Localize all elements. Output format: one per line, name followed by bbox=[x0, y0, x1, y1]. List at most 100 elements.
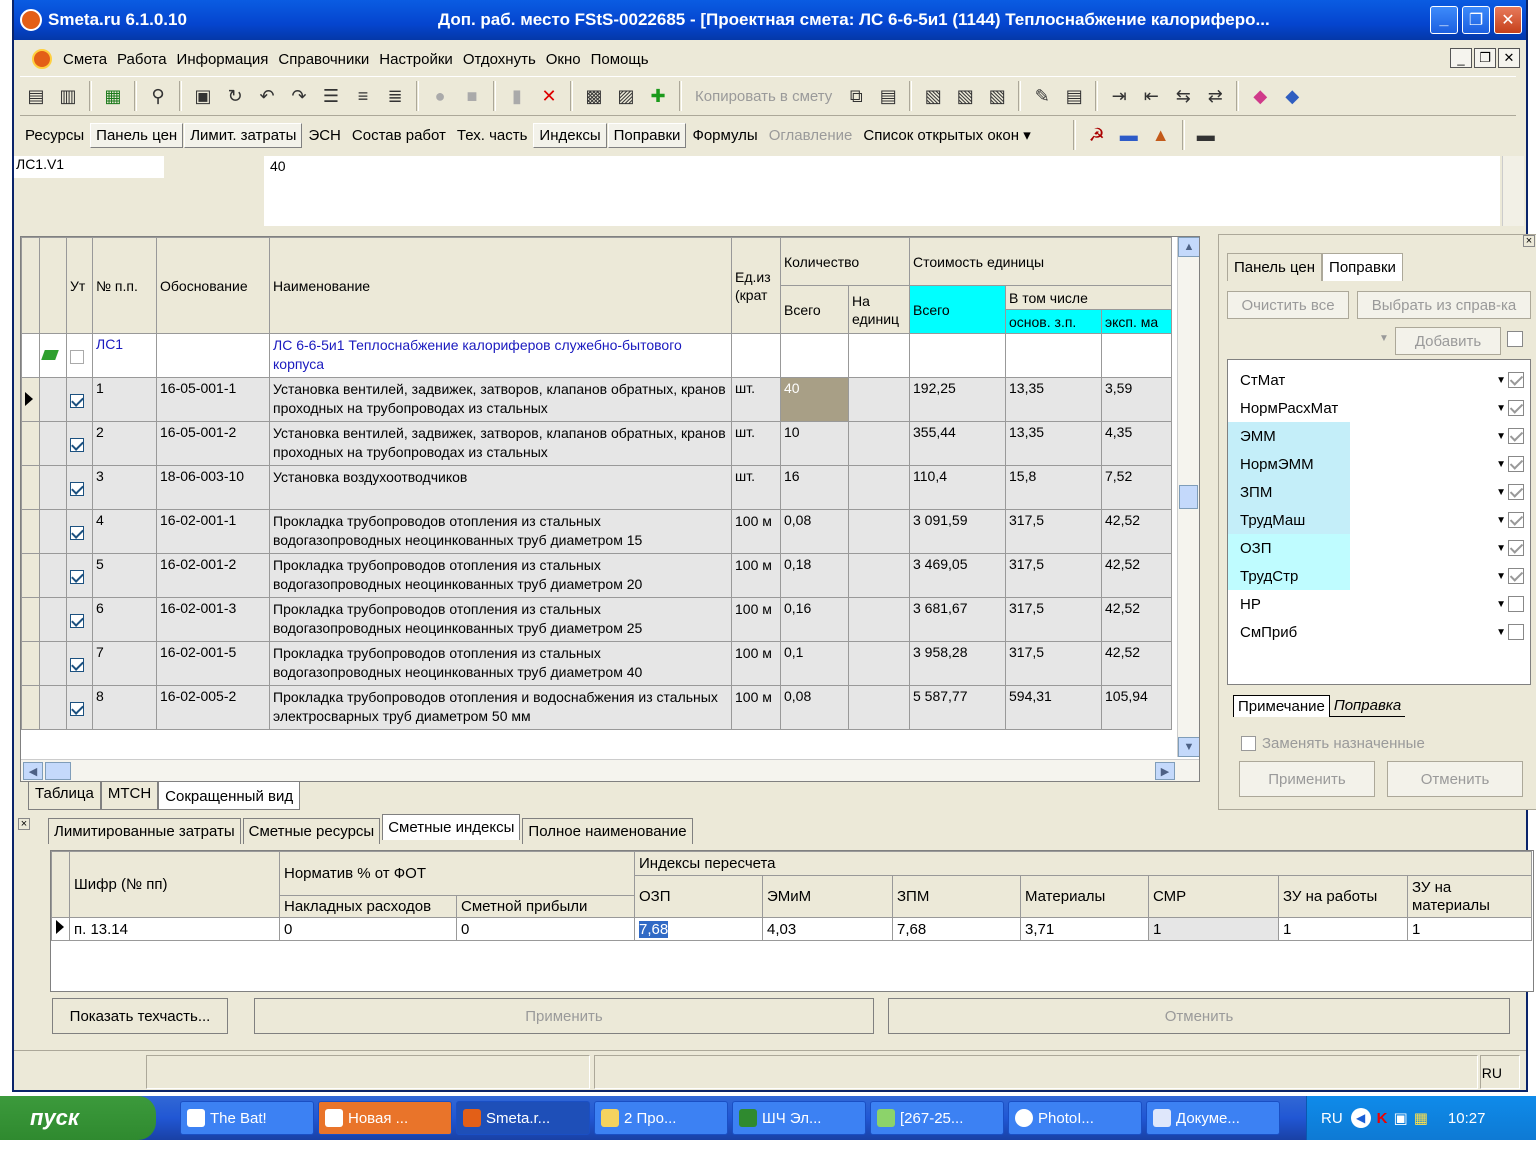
table-row[interactable]: 6 16-02-001-3 Прокладка трубопроводов от… bbox=[21, 597, 1172, 642]
mdi-restore-icon[interactable]: ❐ bbox=[1474, 48, 1496, 68]
col-incl-header[interactable]: В том числе bbox=[1005, 285, 1172, 310]
menu-rabota[interactable]: Работа bbox=[112, 51, 172, 68]
zu-materials-header[interactable]: ЗУ на материалы bbox=[1407, 875, 1532, 918]
add-dropdown-icon[interactable]: ▼ bbox=[1379, 333, 1389, 344]
correction-item[interactable]: ЗПМ ▼ bbox=[1228, 478, 1530, 506]
table-row[interactable]: 2 16-05-001-2 Установка вентилей, задвиж… bbox=[21, 421, 1172, 466]
table-row[interactable]: 1 16-05-001-1 Установка вентилей, задвиж… bbox=[21, 377, 1172, 422]
calc-icon[interactable]: ▩ bbox=[580, 82, 608, 110]
zpm-cell[interactable]: 7,68 bbox=[892, 917, 1021, 941]
menu-info[interactable]: Информация bbox=[172, 51, 274, 68]
add-checkbox[interactable] bbox=[1507, 331, 1523, 347]
grid-vertical-scrollbar[interactable]: ▲ ▼ bbox=[1177, 237, 1199, 757]
book-icon[interactable]: ◆ bbox=[1278, 82, 1306, 110]
tab-indexes[interactable]: Индексы bbox=[533, 122, 607, 148]
start-button[interactable]: пуск bbox=[0, 1096, 156, 1140]
tab-table[interactable]: Таблица bbox=[28, 782, 101, 810]
tab-short-view[interactable]: Сокращенный вид bbox=[158, 782, 301, 810]
task-the-bat[interactable]: The Bat! bbox=[180, 1101, 314, 1135]
row-checkbox[interactable] bbox=[66, 553, 93, 598]
tab-full-name[interactable]: Полное наименование bbox=[522, 818, 693, 844]
correction-checkbox[interactable] bbox=[1508, 568, 1524, 584]
chevron-down-icon[interactable]: ▼ bbox=[1496, 543, 1506, 554]
tab-limited-costs[interactable]: Лимит. затраты bbox=[184, 122, 303, 148]
grid-horizontal-scrollbar[interactable]: ◀ ▶ bbox=[21, 759, 1199, 781]
table-row[interactable]: п. 13.14 0 0 7,68 4,03 7,68 3,71 1 1 1 bbox=[51, 917, 1532, 941]
menu-otdohnut[interactable]: Отдохнуть bbox=[458, 51, 541, 68]
row-checkbox[interactable] bbox=[66, 465, 93, 510]
antivirus-icon[interactable]: K bbox=[1377, 1110, 1388, 1127]
chevron-down-icon[interactable]: ▼ bbox=[1496, 599, 1506, 610]
apply-button-right[interactable]: Применить bbox=[1239, 761, 1375, 797]
cancel-button-right[interactable]: Отменить bbox=[1387, 761, 1523, 797]
row-checkbox[interactable] bbox=[66, 685, 93, 730]
indent-up-icon[interactable]: ⇤ bbox=[1137, 82, 1165, 110]
scroll-right-icon[interactable]: ▶ bbox=[1155, 762, 1175, 780]
materials-header[interactable]: Материалы bbox=[1020, 875, 1149, 918]
search-icon[interactable]: ⚲ bbox=[144, 82, 172, 110]
row-checkbox[interactable] bbox=[66, 333, 93, 378]
chevron-down-icon[interactable]: ▼ bbox=[1496, 459, 1506, 470]
norm-header[interactable]: Норматив % от ФОТ bbox=[279, 851, 635, 896]
row-qty[interactable]: 0,08 bbox=[780, 509, 849, 554]
page-icon[interactable]: ▮ bbox=[503, 82, 531, 110]
scroll-down-icon[interactable]: ▼ bbox=[1178, 737, 1199, 757]
tray-language[interactable]: RU bbox=[1321, 1110, 1343, 1127]
list-icon[interactable]: ☰ bbox=[317, 82, 345, 110]
refresh-icon[interactable]: ↻ bbox=[221, 82, 249, 110]
correction-item[interactable]: ЭММ ▼ bbox=[1228, 422, 1530, 450]
col-osn-header[interactable]: основ. з.п. bbox=[1005, 309, 1102, 334]
menu-okno[interactable]: Окно bbox=[541, 51, 586, 68]
list-add-icon[interactable]: ≣ bbox=[381, 82, 409, 110]
correction-item[interactable]: НР ▼ bbox=[1228, 590, 1530, 618]
row-qty[interactable]: 16 bbox=[780, 465, 849, 510]
open-windows-dropdown[interactable]: Список открытых окон ▾ bbox=[858, 123, 1035, 147]
chevron-down-icon[interactable]: ▼ bbox=[1496, 627, 1506, 638]
add-green-icon[interactable]: ✚ bbox=[644, 82, 672, 110]
delete-icon[interactable]: ✕ bbox=[535, 82, 563, 110]
table-row[interactable]: 5 16-02-001-2 Прокладка трубопроводов от… bbox=[21, 553, 1172, 598]
menu-smeta[interactable]: Смета bbox=[58, 51, 112, 68]
cut-icon[interactable]: ● bbox=[426, 82, 454, 110]
tab-work-composition[interactable]: Состав работ bbox=[347, 124, 451, 147]
correction-item[interactable]: ОЗП ▼ bbox=[1228, 534, 1530, 562]
col-qty-total-header[interactable]: Всего bbox=[780, 285, 849, 334]
calc-copy-icon[interactable]: ▨ bbox=[612, 82, 640, 110]
mp-icon[interactable]: ▧ bbox=[983, 82, 1011, 110]
doc-list-icon[interactable]: ▤ bbox=[1060, 82, 1088, 110]
correction-checkbox[interactable] bbox=[1508, 456, 1524, 472]
title-bar[interactable]: Smeta.ru 6.1.0.10 Доп. раб. место FStS-0… bbox=[14, 0, 1526, 40]
correction-item[interactable]: НормРасхМат ▼ bbox=[1228, 394, 1530, 422]
menu-nastroiki[interactable]: Настройки bbox=[374, 51, 458, 68]
table-row[interactable]: 3 18-06-003-10 Установка воздухоотводчик… bbox=[21, 465, 1172, 510]
clear-all-button[interactable]: Очистить все bbox=[1227, 291, 1349, 319]
cipher-cell[interactable]: п. 13.14 bbox=[69, 917, 280, 941]
bricks-icon[interactable]: ▲ bbox=[1147, 121, 1175, 149]
row-checkbox[interactable] bbox=[66, 509, 93, 554]
tab-resources[interactable]: Ресурсы bbox=[20, 124, 89, 147]
tray-app-icon[interactable]: ▦ bbox=[1414, 1109, 1428, 1127]
formula-scrollbar[interactable] bbox=[1502, 156, 1524, 226]
task-folder[interactable]: 2 Про... bbox=[594, 1101, 728, 1135]
zpm-header[interactable]: ЗПМ bbox=[892, 875, 1021, 918]
task-excel[interactable]: ШЧ Эл... bbox=[732, 1101, 866, 1135]
profit-cell[interactable]: 0 bbox=[456, 917, 635, 941]
correction-item[interactable]: ТрудСтр ▼ bbox=[1228, 562, 1530, 590]
chevron-down-icon[interactable]: ▼ bbox=[1496, 403, 1506, 414]
table-row[interactable]: ЛС1 ЛС 6-6-5и1 Теплоснабжение калориферо… bbox=[21, 333, 1172, 378]
correction-checkbox[interactable] bbox=[1508, 512, 1524, 528]
tab-limited-costs-bottom[interactable]: Лимитированные затраты bbox=[48, 818, 241, 844]
cipher-header[interactable]: Шифр (№ пп) bbox=[69, 851, 280, 918]
tab-price-panel-right[interactable]: Панель цен bbox=[1227, 253, 1323, 281]
task-sheet[interactable]: [267-25... bbox=[870, 1101, 1004, 1135]
col-eksp-header[interactable]: эксп. ма bbox=[1101, 309, 1172, 334]
row-checkbox[interactable] bbox=[66, 377, 93, 422]
apply-button-bottom[interactable]: Применить bbox=[254, 998, 874, 1034]
panel-close-icon[interactable]: × bbox=[1523, 235, 1535, 247]
ls-icon[interactable]: ▧ bbox=[919, 82, 947, 110]
scroll-thumb[interactable] bbox=[1179, 485, 1198, 509]
tab-esn[interactable]: ЭСН bbox=[303, 124, 345, 147]
correction-checkbox[interactable] bbox=[1508, 484, 1524, 500]
tab-note[interactable]: Примечание bbox=[1233, 695, 1330, 717]
indent-icon[interactable]: ⇥ bbox=[1105, 82, 1133, 110]
